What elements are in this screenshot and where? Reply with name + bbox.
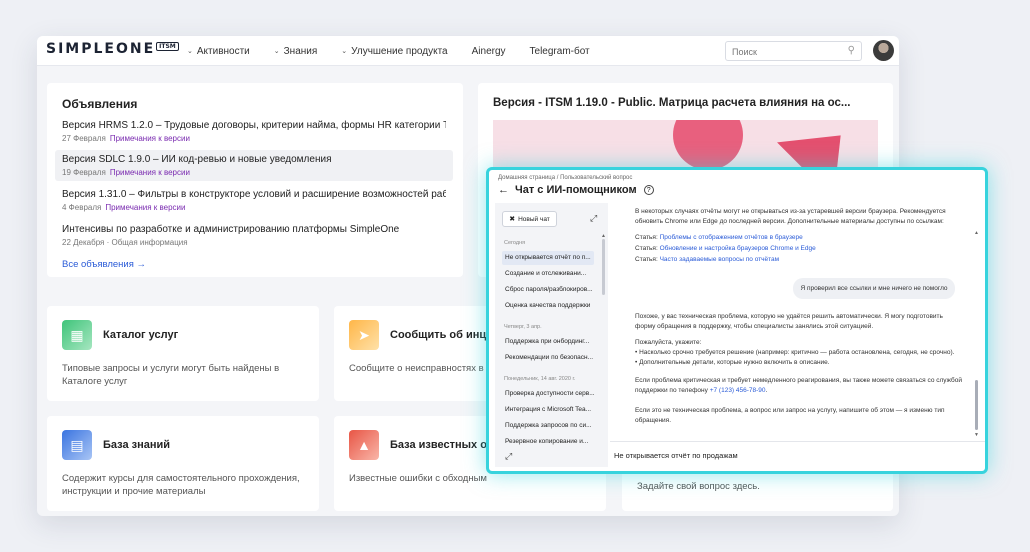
megaphone-icon: ➤ xyxy=(349,320,379,350)
chat-input[interactable] xyxy=(614,451,964,460)
announcement-tag-link[interactable]: Примечания к версии xyxy=(110,134,190,143)
new-chat-icon: ✖ xyxy=(509,216,516,223)
simpleone-logo[interactable]: SIMPLEONE ITSM xyxy=(46,41,179,57)
chevron-down-icon: ⌄ xyxy=(341,48,348,55)
article-link[interactable]: Обновление и настройка браузеров Chrome … xyxy=(660,245,816,252)
knowledge-base-card[interactable]: ▤ База знаний Содержит курсы для самосто… xyxy=(47,416,319,511)
announcement-item[interactable]: Версия 1.31.0 – Фильтры в конструкторе у… xyxy=(55,185,453,216)
chevron-down-icon: ⌄ xyxy=(273,48,280,55)
back-arrow-icon[interactable]: ← xyxy=(498,184,509,196)
assistant-message: Если проблема критическая и требует неме… xyxy=(635,377,963,394)
announcement-item[interactable]: Версия HRMS 1.2.0 – Трудовые договоры, к… xyxy=(55,116,453,147)
scroll-up-icon[interactable]: ▲ xyxy=(974,230,979,236)
expand-icon[interactable]: ⤢ xyxy=(505,451,512,462)
chat-history-item[interactable]: Не открывается отчёт по п... xyxy=(502,251,594,265)
article-link[interactable]: Часто задаваемые вопросы по отчётам xyxy=(660,256,780,263)
announcement-tag-link[interactable]: Примечания к версии xyxy=(110,168,190,177)
chat-history-item[interactable]: Резервное копирование и... xyxy=(502,435,594,449)
announcement-item[interactable]: Версия SDLC 1.9.0 – ИИ код-ревью и новые… xyxy=(55,150,453,181)
breadcrumb[interactable]: Домашняя страница / Пользовательский воп… xyxy=(498,175,632,181)
nav-item-product-improvement[interactable]: ⌄ Улучшение продукта xyxy=(341,46,447,57)
assistant-message: Похоже, у вас техническая проблема, кото… xyxy=(635,313,943,330)
assistant-message: В некоторых случаях отчёты могут не откр… xyxy=(635,208,946,225)
chat-history-item[interactable]: Поддержка запросов по си... xyxy=(502,419,594,433)
nav-item-knowledge[interactable]: ⌄ Знания xyxy=(274,46,318,57)
chat-scrollbar[interactable] xyxy=(975,380,978,430)
all-announcements-link[interactable]: Все объявления → xyxy=(62,259,146,270)
version-title: Версия - ITSM 1.19.0 - Public. Матрица р… xyxy=(493,97,851,109)
assistant-message: • Дополнительные детали, которые нужно в… xyxy=(635,359,830,366)
announcements-title: Объявления xyxy=(62,97,138,111)
article-link[interactable]: Проблемы с отображением отчётов в браузе… xyxy=(660,234,803,241)
article-link-row: Статья: Часто задаваемые вопросы по отчё… xyxy=(635,256,780,263)
help-icon[interactable]: ? xyxy=(643,185,654,195)
itsm-badge: ITSM xyxy=(156,42,179,51)
user-message: Я проверил все ссылки и мне ничего не по… xyxy=(793,278,955,299)
history-group-label: Понедельник, 14 авг. 2020 г. xyxy=(504,376,576,382)
nav-item-telegram-bot[interactable]: Telegram-бот xyxy=(530,46,590,57)
chat-header: ← Чат с ИИ-помощником ? xyxy=(498,184,654,196)
ai-chat-modal: Домашняя страница / Пользовательский воп… xyxy=(486,167,988,474)
sidebar-scrollbar[interactable] xyxy=(602,239,605,295)
announcement-tag-link[interactable]: Примечания к версии xyxy=(105,203,185,212)
article-link-row: Статья: Проблемы с отображением отчётов … xyxy=(635,234,803,241)
chat-history-item[interactable]: Рекомендации по безопасн... xyxy=(502,351,594,365)
assistant-message: Если это не техническая проблема, а вопр… xyxy=(635,407,945,424)
user-avatar[interactable] xyxy=(873,40,894,61)
history-group-label: Четверг, 3 апр. xyxy=(504,324,542,330)
chat-history-item[interactable]: Создание и отслеживани... xyxy=(502,267,594,281)
chat-history-item[interactable]: Проверка доступности серв... xyxy=(502,387,594,401)
book-icon: ▤ xyxy=(62,430,92,460)
chat-history-sidebar: ✖Новый чат ⤢ ▲ ▼ Сегодня Не открывается … xyxy=(495,203,608,467)
scroll-down-icon[interactable]: ▼ xyxy=(601,473,606,474)
service-catalog-card[interactable]: ▦ Каталог услуг Типовые запросы и услуги… xyxy=(47,306,319,401)
chat-history-item[interactable]: Сброс пароля/разблокиров... xyxy=(502,283,594,297)
chat-history-item[interactable]: Оценка качества поддержки xyxy=(502,299,594,313)
known-error-icon: ▲ xyxy=(349,430,379,460)
chevron-down-icon: ⌄ xyxy=(187,48,193,55)
history-group-label: Сегодня xyxy=(504,240,526,246)
nav-item-ainergy[interactable]: Ainergy xyxy=(472,46,506,57)
chat-messages: В некоторых случаях отчёты могут не откр… xyxy=(618,203,970,438)
article-link-row: Статья: Обновление и настройка браузеров… xyxy=(635,245,816,252)
nav-item-activities[interactable]: ⌄ Активности xyxy=(187,46,250,57)
announcements-card: Объявления Версия HRMS 1.2.0 – Трудовые … xyxy=(47,83,463,277)
phone-link[interactable]: +7 (123) 456-78-90 xyxy=(710,387,766,394)
assistant-message: • Насколько срочно требуется решение (на… xyxy=(635,349,955,356)
search-input[interactable] xyxy=(726,43,836,61)
chat-history-item[interactable]: Поддержка при онбординг... xyxy=(502,335,594,349)
search-box: ⚲ xyxy=(725,41,862,61)
announcement-item[interactable]: Интенсивы по разработке и администрирова… xyxy=(55,220,453,251)
collapse-icon[interactable]: ⤢ xyxy=(590,213,597,224)
scroll-down-icon[interactable]: ▼ xyxy=(974,432,979,438)
chat-history-item[interactable]: Интеграция с Microsoft Tea... xyxy=(502,403,594,417)
assistant-message: Пожалуйста, укажите: xyxy=(635,339,702,346)
catalog-icon: ▦ xyxy=(62,320,92,350)
main-nav: ⌄ Активности ⌄ Знания ⌄ Улучшение продукта … xyxy=(187,36,614,66)
search-icon[interactable]: ⚲ xyxy=(848,45,855,56)
chat-title: Чат с ИИ-помощником xyxy=(515,184,637,196)
top-navbar: SIMPLEONE ITSM ⌄ Активности ⌄ Знания ⌄ Улучш… xyxy=(37,36,899,66)
new-chat-button[interactable]: ✖ Новый чат xyxy=(502,211,557,227)
